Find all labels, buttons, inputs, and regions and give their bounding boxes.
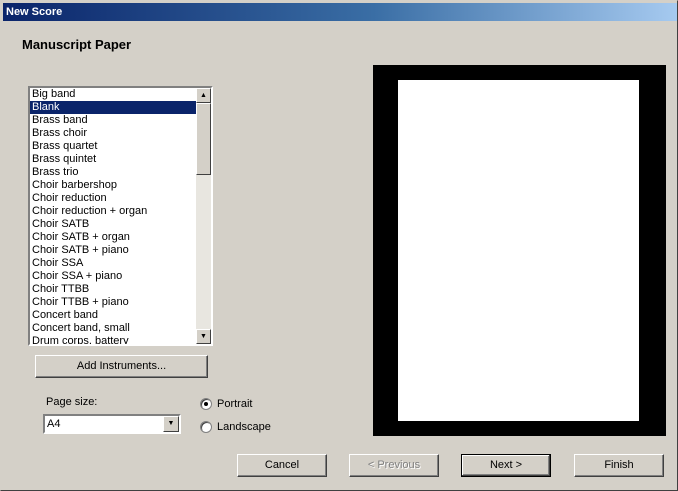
- page-size-value: A4: [47, 418, 61, 430]
- list-item[interactable]: Choir SATB: [30, 218, 196, 231]
- list-item[interactable]: Choir SSA + piano: [30, 270, 196, 283]
- list-item[interactable]: Choir SATB + piano: [30, 244, 196, 257]
- list-item[interactable]: Drum corps, battery: [30, 335, 196, 344]
- paper-preview: [373, 65, 666, 436]
- list-item[interactable]: Brass band: [30, 114, 196, 127]
- portrait-label[interactable]: Portrait: [217, 398, 252, 410]
- finish-button[interactable]: Finish: [574, 454, 664, 477]
- landscape-label[interactable]: Landscape: [217, 421, 271, 433]
- next-label: Next >: [489, 459, 523, 471]
- list-item[interactable]: Choir SSA: [30, 257, 196, 270]
- page-size-label: Page size:: [46, 396, 98, 408]
- list-item[interactable]: Choir TTBB + piano: [30, 296, 196, 309]
- list-item[interactable]: Brass quintet: [30, 153, 196, 166]
- list-item[interactable]: Blank: [30, 101, 196, 114]
- list-item[interactable]: Choir TTBB: [30, 283, 196, 296]
- radio-selected-dot: [204, 402, 208, 406]
- chevron-down-icon[interactable]: ▼: [163, 416, 179, 432]
- scroll-up-icon[interactable]: ▲: [196, 88, 211, 103]
- manuscript-paper-list[interactable]: Big band Blank Brass band Brass choir Brass …: [28, 86, 213, 346]
- landscape-radio[interactable]: [200, 421, 212, 433]
- list-item[interactable]: Brass trio: [30, 166, 196, 179]
- vertical-scrollbar[interactable]: ▲ ▼: [196, 88, 211, 344]
- list-item[interactable]: Brass quartet: [30, 140, 196, 153]
- next-button[interactable]: Next >: [461, 454, 551, 477]
- preview-page: [398, 80, 639, 421]
- list-item[interactable]: Concert band, small: [30, 322, 196, 335]
- list-item[interactable]: Choir barbershop: [30, 179, 196, 192]
- scroll-down-icon[interactable]: ▼: [196, 329, 211, 344]
- previous-label: < Previous: [367, 459, 421, 471]
- add-instruments-button[interactable]: Add Instruments...: [35, 355, 208, 378]
- cancel-label: Cancel: [264, 459, 300, 471]
- page-heading: Manuscript Paper: [22, 37, 132, 52]
- page-size-select[interactable]: A4 ▼: [43, 414, 181, 434]
- scroll-thumb[interactable]: [196, 103, 211, 175]
- list-item[interactable]: Choir reduction: [30, 192, 196, 205]
- finish-label: Finish: [604, 459, 634, 471]
- portrait-radio[interactable]: [200, 398, 212, 410]
- add-instruments-label: Add Instruments...: [76, 360, 167, 372]
- list-items: Big band Blank Brass band Brass choir Brass …: [30, 88, 196, 344]
- cancel-button[interactable]: Cancel: [237, 454, 327, 477]
- list-item[interactable]: Big band: [30, 88, 196, 101]
- list-item[interactable]: Choir SATB + organ: [30, 231, 196, 244]
- new-score-dialog: New Score Manuscript Paper Big band Blank…: [0, 0, 678, 491]
- window-title: New Score: [3, 3, 677, 21]
- list-item[interactable]: Brass choir: [30, 127, 196, 140]
- previous-button[interactable]: < Previous: [349, 454, 439, 477]
- list-item[interactable]: Concert band: [30, 309, 196, 322]
- list-item[interactable]: Choir reduction + organ: [30, 205, 196, 218]
